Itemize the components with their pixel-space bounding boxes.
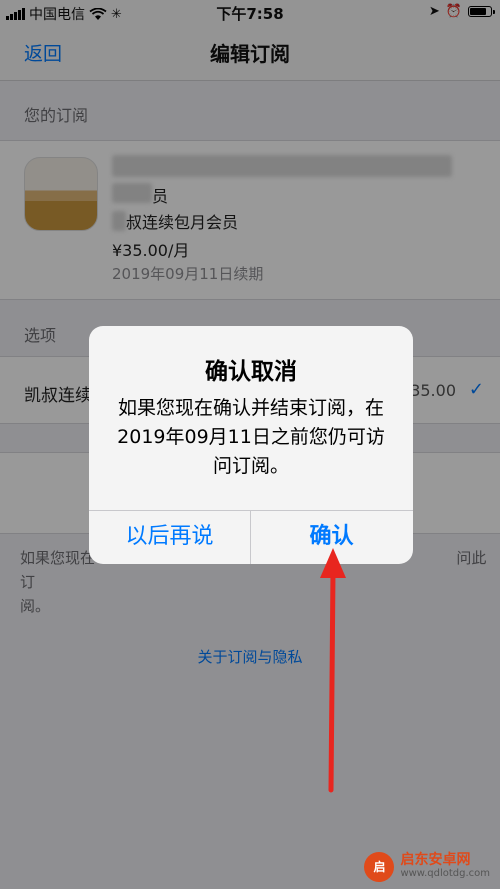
watermark: 启 启东安卓网 www.qdlotdg.com — [364, 852, 490, 882]
watermark-url: www.qdlotdg.com — [400, 868, 490, 879]
watermark-logo-icon: 启 — [364, 852, 395, 882]
watermark-text: 启东安卓网 www.qdlotdg.com — [400, 853, 490, 881]
red-arrow-annotation — [320, 548, 346, 793]
arrow-head — [320, 548, 346, 578]
arrow-shaft — [328, 569, 336, 793]
watermark-site: 启东安卓网 — [400, 852, 471, 868]
